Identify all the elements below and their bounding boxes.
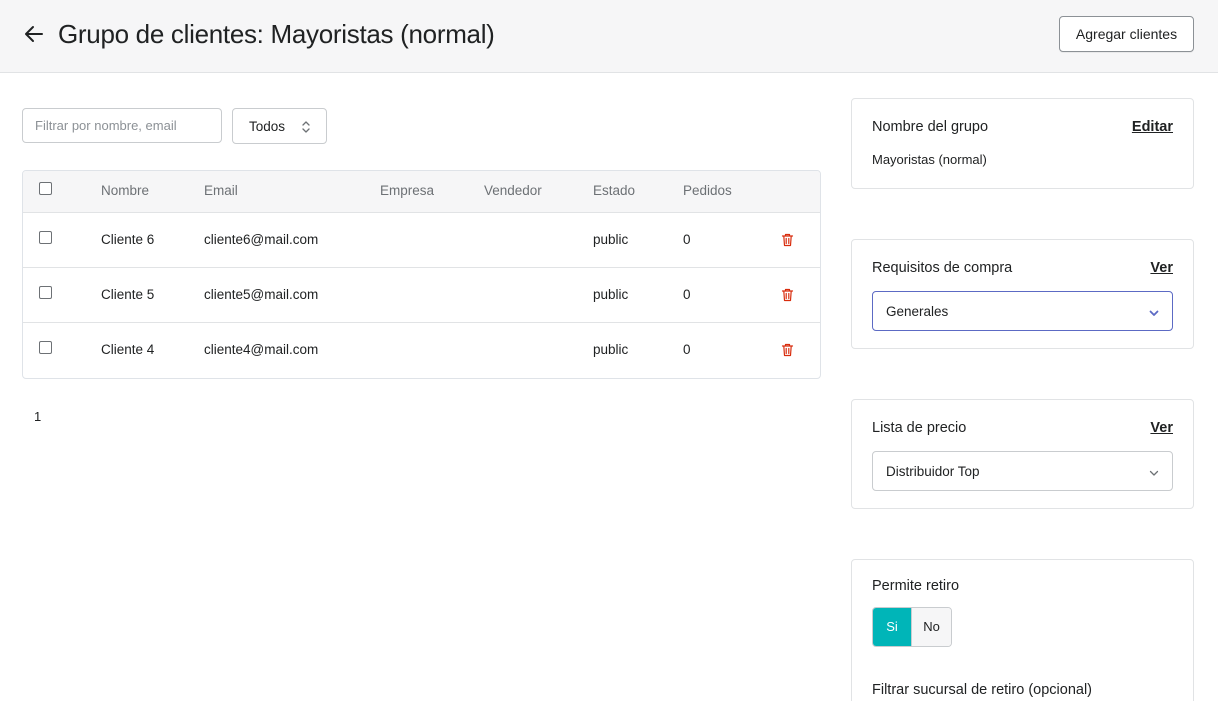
cell-estado: public [593,232,629,247]
trash-icon[interactable] [781,288,794,302]
select-all-checkbox[interactable] [39,182,52,195]
purchase-requirements-title: Requisitos de compra [872,260,1013,276]
status-filter-select[interactable]: Todos [232,108,327,144]
pickup-title: Permite retiro [872,578,960,594]
pickup-card: Permite retiro Si No Filtrar sucursal de… [851,559,1194,701]
status-filter-label: Todos [249,119,286,134]
column-header-empresa: Empresa [380,183,435,198]
page-header: Grupo de clientes: Mayoristas (normal) A… [0,0,1218,73]
row-checkbox[interactable] [39,286,52,299]
price-list-card: Lista de precio Ver Distribuidor Top [851,399,1194,509]
view-requirements-link[interactable]: Ver [1150,260,1173,276]
cell-pedidos: 0 [683,342,691,357]
pagination-page[interactable]: 1 [34,409,41,424]
cell-email: cliente5@mail.com [204,287,319,302]
pickup-yes-button[interactable]: Si [873,608,911,646]
cell-pedidos: 0 [683,232,691,247]
purchase-requirements-card: Requisitos de compra Ver Generales [851,239,1194,349]
edit-group-link[interactable]: Editar [1132,119,1173,135]
group-name-title: Nombre del grupo [872,119,989,135]
cell-nombre: Cliente 6 [101,232,155,247]
cell-pedidos: 0 [683,287,691,302]
column-header-vendedor: Vendedor [484,183,542,198]
purchase-requirements-select[interactable]: Generales [872,291,1173,331]
cell-email: cliente6@mail.com [204,232,319,247]
cell-nombre: Cliente 4 [101,342,155,357]
trash-icon[interactable] [781,233,794,247]
price-list-selected: Distribuidor Top [886,464,980,479]
chevron-down-icon [1148,466,1160,478]
group-name-value: Mayoristas (normal) [872,152,987,167]
cell-email: cliente4@mail.com [204,342,319,357]
pickup-no-button[interactable]: No [911,608,951,646]
table-row[interactable]: Cliente 6 cliente6@mail.com public 0 [23,213,820,268]
chevron-down-icon [1148,306,1160,318]
purchase-requirements-selected: Generales [886,304,949,319]
pickup-toggle: Si No [872,607,952,647]
updown-chevron-icon [301,120,311,134]
back-arrow-icon[interactable] [22,22,46,46]
add-clients-button[interactable]: Agregar clientes [1059,16,1194,52]
table-header: Nombre Email Empresa Vendedor Estado Ped… [23,171,820,213]
page-title: Grupo de clientes: Mayoristas (normal) [58,19,495,49]
row-checkbox[interactable] [39,341,52,354]
pickup-branch-filter-label: Filtrar sucursal de retiro (opcional) [872,682,1092,698]
price-list-select[interactable]: Distribuidor Top [872,451,1173,491]
table-row[interactable]: Cliente 5 cliente5@mail.com public 0 [23,268,820,323]
group-name-card: Nombre del grupo Editar Mayoristas (norm… [851,98,1194,189]
trash-icon[interactable] [781,343,794,357]
cell-nombre: Cliente 5 [101,287,155,302]
column-header-email: Email [204,183,238,198]
column-header-pedidos: Pedidos [683,183,732,198]
view-price-list-link[interactable]: Ver [1150,420,1173,436]
cell-estado: public [593,287,629,302]
row-checkbox[interactable] [39,231,52,244]
search-input[interactable] [22,108,222,143]
column-header-nombre: Nombre [101,183,150,198]
cell-estado: public [593,342,629,357]
price-list-title: Lista de precio [872,420,967,436]
table-row[interactable]: Cliente 4 cliente4@mail.com public 0 [23,323,820,378]
clients-table: Nombre Email Empresa Vendedor Estado Ped… [22,170,821,379]
column-header-estado: Estado [593,183,636,198]
